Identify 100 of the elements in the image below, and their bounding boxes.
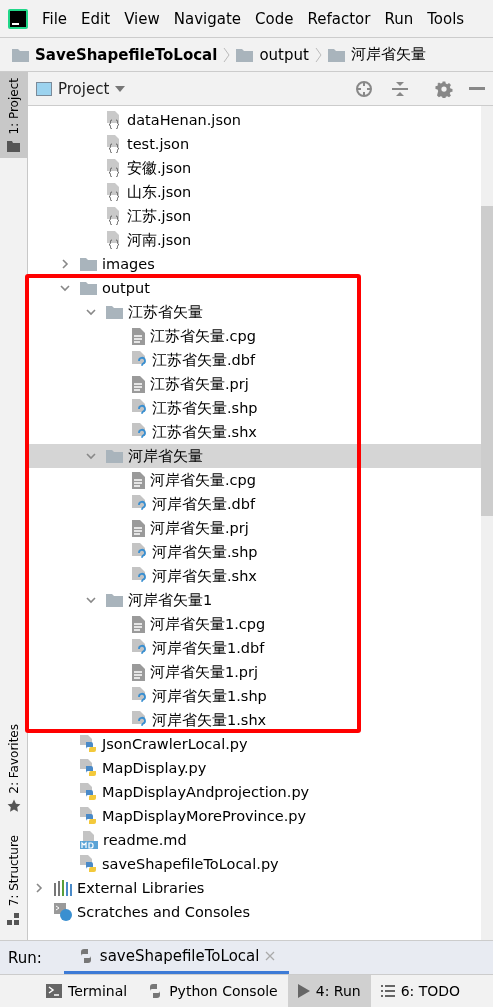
- tree-item[interactable]: MapDisplayAndprojection.py: [28, 780, 481, 804]
- tree-item[interactable]: JsonCrawlerLocal.py: [28, 732, 481, 756]
- tree-item[interactable]: readme.md: [28, 828, 481, 852]
- chevron-right-icon[interactable]: [59, 257, 71, 270]
- tree-item[interactable]: External Libraries: [28, 876, 481, 900]
- tree-item-label: saveShapefileToLocal.py: [102, 856, 279, 872]
- breadcrumb-item[interactable]: 河岸省矢量: [350, 45, 426, 64]
- menu-item[interactable]: Refactor: [307, 9, 371, 28]
- tree-item[interactable]: 江苏省矢量.prj: [28, 372, 481, 396]
- tree-item-label: MapDisplay.py: [102, 760, 207, 776]
- menu-item[interactable]: File: [42, 9, 68, 28]
- play-icon: [297, 984, 310, 998]
- python-file-icon: [80, 855, 97, 873]
- list-icon: [380, 985, 395, 997]
- menu-item[interactable]: Navigate: [173, 9, 242, 28]
- run-label: Run:: [8, 948, 42, 967]
- tool-window-tab[interactable]: 6: TODO: [370, 975, 471, 1007]
- locate-icon[interactable]: [355, 79, 373, 98]
- tree-item[interactable]: 河岸省矢量: [28, 444, 481, 468]
- text-file-icon: [132, 327, 145, 345]
- minimize-icon[interactable]: [469, 86, 485, 91]
- tree-item-label: 河岸省矢量.prj: [150, 518, 249, 538]
- scrollbar[interactable]: [481, 106, 493, 940]
- tree-item[interactable]: 河岸省矢量1.dbf: [28, 636, 481, 660]
- tool-window-tab[interactable]: 4: Run: [287, 975, 371, 1007]
- tree-item[interactable]: 安徽.json: [28, 156, 481, 180]
- tree-item[interactable]: output: [28, 276, 481, 300]
- tree-item-label: test.json: [127, 136, 190, 152]
- tree-item[interactable]: Scratches and Consoles: [28, 900, 481, 924]
- tree-item[interactable]: 河岸省矢量.shp: [28, 540, 481, 564]
- tree-item-label: 安徽.json: [127, 158, 192, 178]
- tree-item[interactable]: 山东.json: [28, 180, 481, 204]
- window-icon: [36, 81, 52, 96]
- tree-item[interactable]: 河岸省矢量1: [28, 588, 481, 612]
- breadcrumb-item[interactable]: SaveShapefileToLocal: [35, 45, 218, 64]
- tree-item[interactable]: 江苏省矢量.shp: [28, 396, 481, 420]
- tree-item[interactable]: 江苏省矢量.shx: [28, 420, 481, 444]
- tree-item[interactable]: 江苏省矢量: [28, 300, 481, 324]
- tree-item[interactable]: 河岸省矢量.shx: [28, 564, 481, 588]
- tree-item[interactable]: 河岸省矢量1.shx: [28, 708, 481, 732]
- tree-item[interactable]: test.json: [28, 132, 481, 156]
- tree-item-label: images: [102, 256, 155, 272]
- menu-item[interactable]: View: [124, 9, 160, 28]
- tree-item[interactable]: 江苏.json: [28, 204, 481, 228]
- menu-item[interactable]: Tools: [427, 9, 465, 28]
- structure-icon: [7, 912, 20, 925]
- tree-item[interactable]: dataHenan.json: [28, 108, 481, 132]
- unknown-file-icon: [132, 423, 147, 441]
- tree-item-label: MapDisplayAndprojection.py: [102, 784, 310, 800]
- python-file-icon: [80, 783, 97, 801]
- tree-item[interactable]: 江苏省矢量.cpg: [28, 324, 481, 348]
- unknown-file-icon: [132, 639, 147, 657]
- tree-item-label: 河岸省矢量1.prj: [150, 662, 259, 682]
- tree-item[interactable]: MapDisplay.py: [28, 756, 481, 780]
- tree-item-label: output: [102, 280, 150, 296]
- folder-icon: [12, 47, 29, 62]
- unknown-file-icon: [132, 351, 147, 369]
- tree-item[interactable]: 江苏省矢量.dbf: [28, 348, 481, 372]
- tree-item-label: 河岸省矢量1.cpg: [150, 614, 266, 634]
- chevron-right-icon[interactable]: [33, 881, 45, 894]
- library-icon: [54, 880, 72, 896]
- side-tab[interactable]: 7: Structure: [0, 829, 27, 931]
- unknown-file-icon: [132, 711, 147, 729]
- tree-item-label: 河岸省矢量.shp: [152, 542, 258, 562]
- tree-item[interactable]: 河南.json: [28, 228, 481, 252]
- json-file-icon: [106, 207, 122, 225]
- tree-item[interactable]: MapDisplayMoreProvince.py: [28, 804, 481, 828]
- tree-item[interactable]: 河岸省矢量.dbf: [28, 492, 481, 516]
- tool-window-tab[interactable]: Terminal: [36, 975, 138, 1007]
- tree-item[interactable]: 河岸省矢量1.cpg: [28, 612, 481, 636]
- tree-item[interactable]: 河岸省矢量1.shp: [28, 684, 481, 708]
- tree-item[interactable]: saveShapefileToLocal.py: [28, 852, 481, 876]
- unknown-file-icon: [132, 687, 147, 705]
- close-icon[interactable]: [265, 951, 276, 961]
- settings-icon[interactable]: [435, 79, 453, 98]
- tree-item[interactable]: images: [28, 252, 481, 276]
- tree-item-label: JsonCrawlerLocal.py: [102, 736, 248, 752]
- panel-title[interactable]: Project: [58, 79, 110, 98]
- tree-item-label: MapDisplayMoreProvince.py: [102, 808, 307, 824]
- menu-item[interactable]: Code: [255, 9, 294, 28]
- collapse-icon[interactable]: [391, 79, 409, 98]
- dropdown-icon[interactable]: [115, 85, 126, 92]
- tree-item-label: 河岸省矢量.shx: [152, 566, 257, 586]
- folder-icon: [236, 47, 254, 62]
- menu-item[interactable]: Edit: [81, 9, 111, 28]
- tree-item-label: 江苏省矢量.cpg: [150, 326, 256, 346]
- tree-item[interactable]: 河岸省矢量1.prj: [28, 660, 481, 684]
- tree-item[interactable]: 河岸省矢量.cpg: [28, 468, 481, 492]
- side-tab[interactable]: 1: Project: [0, 72, 27, 158]
- tree-item[interactable]: 河岸省矢量.prj: [28, 516, 481, 540]
- python-file-icon: [80, 807, 97, 825]
- tree-item-label: Scratches and Consoles: [77, 904, 250, 920]
- menu-item[interactable]: Run: [384, 9, 414, 28]
- text-file-icon: [132, 471, 145, 489]
- breadcrumb-item[interactable]: output: [259, 45, 309, 64]
- tree-item-label: 江苏省矢量.shx: [152, 422, 257, 442]
- tool-window-tab[interactable]: Python Console: [137, 975, 288, 1007]
- side-tab[interactable]: 2: Favorites: [0, 717, 27, 820]
- tree-item-label: 河岸省矢量1.shp: [152, 686, 267, 706]
- folder-icon: [106, 305, 123, 319]
